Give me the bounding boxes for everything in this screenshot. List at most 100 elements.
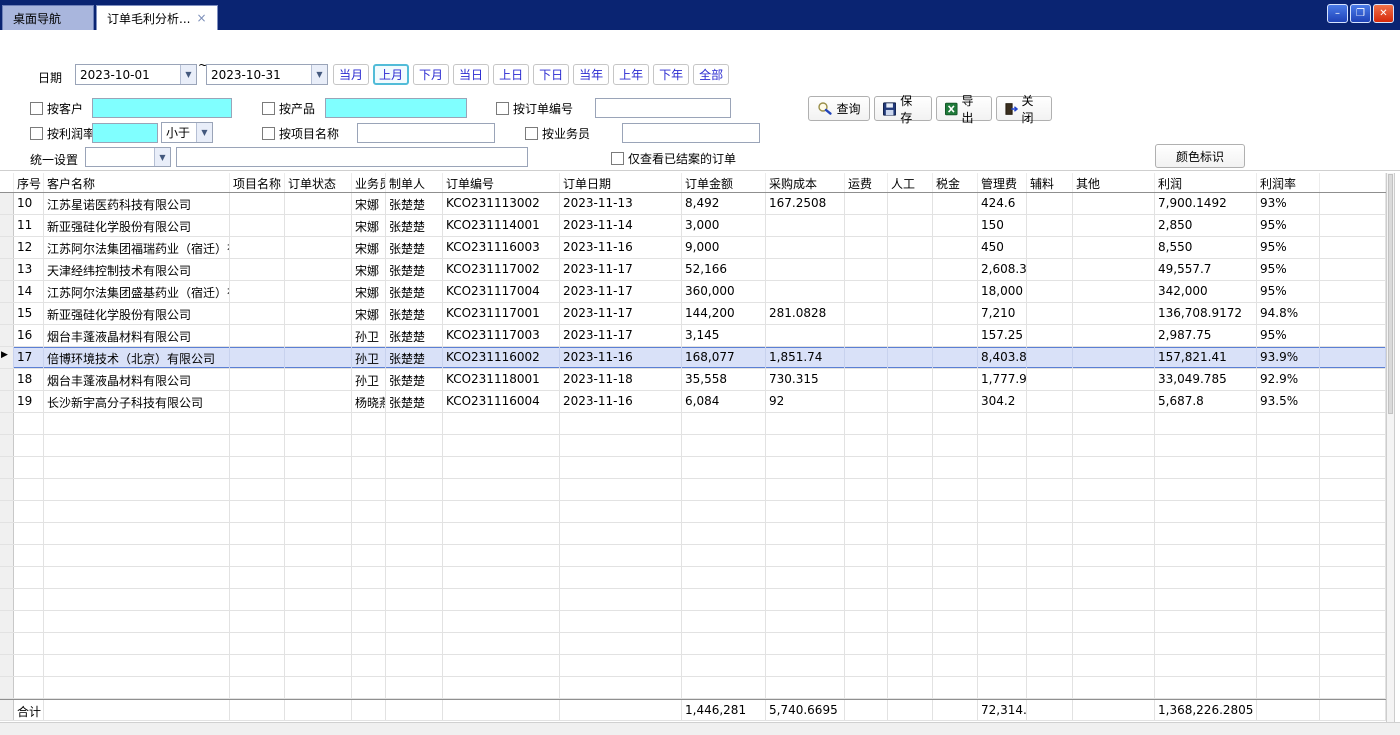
table-row[interactable]: 19长沙新宇高分子科技有限公司杨晓燕张楚楚KCO2311160042023-11… [0, 391, 1386, 413]
column-header[interactable]: 订单日期 [560, 173, 682, 192]
export-button[interactable]: 导出 [936, 96, 992, 121]
quick-date-button-1[interactable]: 上月 [373, 64, 409, 85]
quick-date-button-8[interactable]: 下年 [653, 64, 689, 85]
table-row[interactable]: 11新亚强硅化学股份有限公司宋娜张楚楚KCO2311140012023-11-1… [0, 215, 1386, 237]
column-header[interactable]: 运费 [845, 173, 888, 192]
by-salesman-checkbox[interactable] [525, 127, 538, 140]
by-profit-rate-checkbox[interactable] [30, 127, 43, 140]
column-header[interactable]: 利润率 [1257, 173, 1320, 192]
table-cell [386, 545, 443, 566]
order-no-input[interactable] [595, 98, 731, 118]
table-row[interactable] [0, 611, 1386, 633]
project-input[interactable] [357, 123, 495, 143]
table-row[interactable]: 14江苏阿尔法集团盛基药业（宿迁）有限公司宋娜张楚楚KCO23111700420… [0, 281, 1386, 303]
table-cell [933, 523, 978, 544]
profit-rate-input[interactable] [92, 123, 158, 143]
date-to-combobox[interactable]: 2023-10-31 ▼ [206, 64, 328, 85]
table-row[interactable] [0, 633, 1386, 655]
color-legend-button[interactable]: 颜色标识 [1155, 144, 1245, 168]
vertical-scrollbar[interactable] [1386, 173, 1395, 722]
table-cell [766, 325, 845, 346]
by-order-no-checkbox[interactable] [496, 102, 509, 115]
chevron-down-icon[interactable]: ▼ [180, 65, 196, 84]
column-header[interactable]: 采购成本 [766, 173, 845, 192]
column-header[interactable]: 订单金额 [682, 173, 766, 192]
minimize-button[interactable]: – [1327, 4, 1348, 23]
table-row[interactable] [0, 479, 1386, 501]
tab-close-icon[interactable]: × [196, 12, 206, 24]
table-row[interactable]: 16烟台丰蓬液晶材料有限公司孙卫张楚楚KCO2311170032023-11-1… [0, 325, 1386, 347]
column-header[interactable]: 其他 [1073, 173, 1155, 192]
column-header[interactable]: 业务员 [352, 173, 386, 192]
table-row[interactable]: 15新亚强硅化学股份有限公司宋娜张楚楚KCO2311170012023-11-1… [0, 303, 1386, 325]
quick-date-button-3[interactable]: 当日 [453, 64, 489, 85]
column-header[interactable] [0, 173, 14, 192]
column-header[interactable]: 订单状态 [285, 173, 352, 192]
table-row[interactable] [0, 413, 1386, 435]
table-row[interactable]: 13天津经纬控制技术有限公司宋娜张楚楚KCO2311170022023-11-1… [0, 259, 1386, 281]
tab-desktop-navigation[interactable]: 桌面导航 [2, 5, 94, 30]
table-row[interactable] [0, 523, 1386, 545]
chevron-down-icon[interactable]: ▼ [154, 148, 170, 166]
unified-settings-input[interactable] [176, 147, 528, 167]
column-header[interactable]: 人工 [888, 173, 933, 192]
profit-rate-operator-combobox[interactable]: 小于 ▼ [161, 122, 213, 143]
quick-date-button-4[interactable]: 上日 [493, 64, 529, 85]
column-header[interactable]: 辅料 [1027, 173, 1073, 192]
closed-only-checkbox[interactable] [611, 152, 624, 165]
customer-input[interactable] [92, 98, 232, 118]
save-button[interactable]: 保存 [874, 96, 932, 121]
close-button[interactable]: ✕ [1373, 4, 1394, 23]
table-row[interactable]: 18烟台丰蓬液晶材料有限公司孙卫张楚楚KCO2311180012023-11-1… [0, 369, 1386, 391]
by-product-checkbox[interactable] [262, 102, 275, 115]
quick-date-button-0[interactable]: 当月 [333, 64, 369, 85]
quick-date-button-7[interactable]: 上年 [613, 64, 649, 85]
by-project-checkbox[interactable] [262, 127, 275, 140]
restore-button[interactable]: ❐ [1350, 4, 1371, 23]
table-row[interactable] [0, 589, 1386, 611]
column-header[interactable] [1320, 173, 1386, 192]
table-cell [933, 655, 978, 676]
column-header[interactable]: 制单人 [386, 173, 443, 192]
column-header[interactable]: 利润 [1155, 173, 1257, 192]
table-row[interactable] [0, 457, 1386, 479]
table-cell [352, 611, 386, 632]
table-row[interactable] [0, 677, 1386, 699]
table-row[interactable] [0, 655, 1386, 677]
by-customer-checkbox[interactable] [30, 102, 43, 115]
close-form-button[interactable]: 关闭 [996, 96, 1052, 121]
tab-order-profit-analysis[interactable]: 订单毛利分析... × [96, 5, 218, 30]
chevron-down-icon[interactable]: ▼ [311, 65, 327, 84]
chevron-down-icon[interactable]: ▼ [196, 123, 212, 142]
quick-date-button-5[interactable]: 下日 [533, 64, 569, 85]
quick-date-button-2[interactable]: 下月 [413, 64, 449, 85]
total-row[interactable]: 合计1,446,2815,740.669572,314.051,368,226.… [0, 699, 1386, 721]
quick-date-button-9[interactable]: 全部 [693, 64, 729, 85]
quick-date-button-6[interactable]: 当年 [573, 64, 609, 85]
column-header[interactable]: 客户名称 [44, 173, 230, 192]
table-cell [766, 501, 845, 522]
table-cell [888, 303, 933, 324]
table-row[interactable] [0, 567, 1386, 589]
scrollbar-thumb[interactable] [1388, 174, 1393, 414]
table-row[interactable] [0, 435, 1386, 457]
unified-settings-combobox[interactable]: ▼ [85, 147, 171, 167]
column-header[interactable]: 税金 [933, 173, 978, 192]
query-button[interactable]: 查询 [808, 96, 870, 121]
date-from-combobox[interactable]: 2023-10-01 ▼ [75, 64, 197, 85]
salesman-input[interactable] [622, 123, 760, 143]
column-header[interactable]: 管理费 [978, 173, 1027, 192]
table-cell [44, 413, 230, 434]
table-row[interactable] [0, 545, 1386, 567]
table-row[interactable]: ▶17倍博环境技术（北京）有限公司孙卫张楚楚KCO2311160022023-1… [0, 347, 1386, 369]
table-row[interactable] [0, 501, 1386, 523]
table-cell [560, 677, 682, 698]
column-header[interactable]: 序号 [14, 173, 44, 192]
column-header[interactable]: 订单编号 [443, 173, 560, 192]
table-cell [44, 435, 230, 456]
column-header[interactable]: 项目名称 [230, 173, 285, 192]
product-input[interactable] [325, 98, 467, 118]
table-row[interactable]: 10江苏星诺医药科技有限公司宋娜张楚楚KCO2311130022023-11-1… [0, 193, 1386, 215]
table-row[interactable]: 12江苏阿尔法集团福瑞药业（宿迁）有限公司宋娜张楚楚KCO23111600320… [0, 237, 1386, 259]
table-cell [845, 479, 888, 500]
